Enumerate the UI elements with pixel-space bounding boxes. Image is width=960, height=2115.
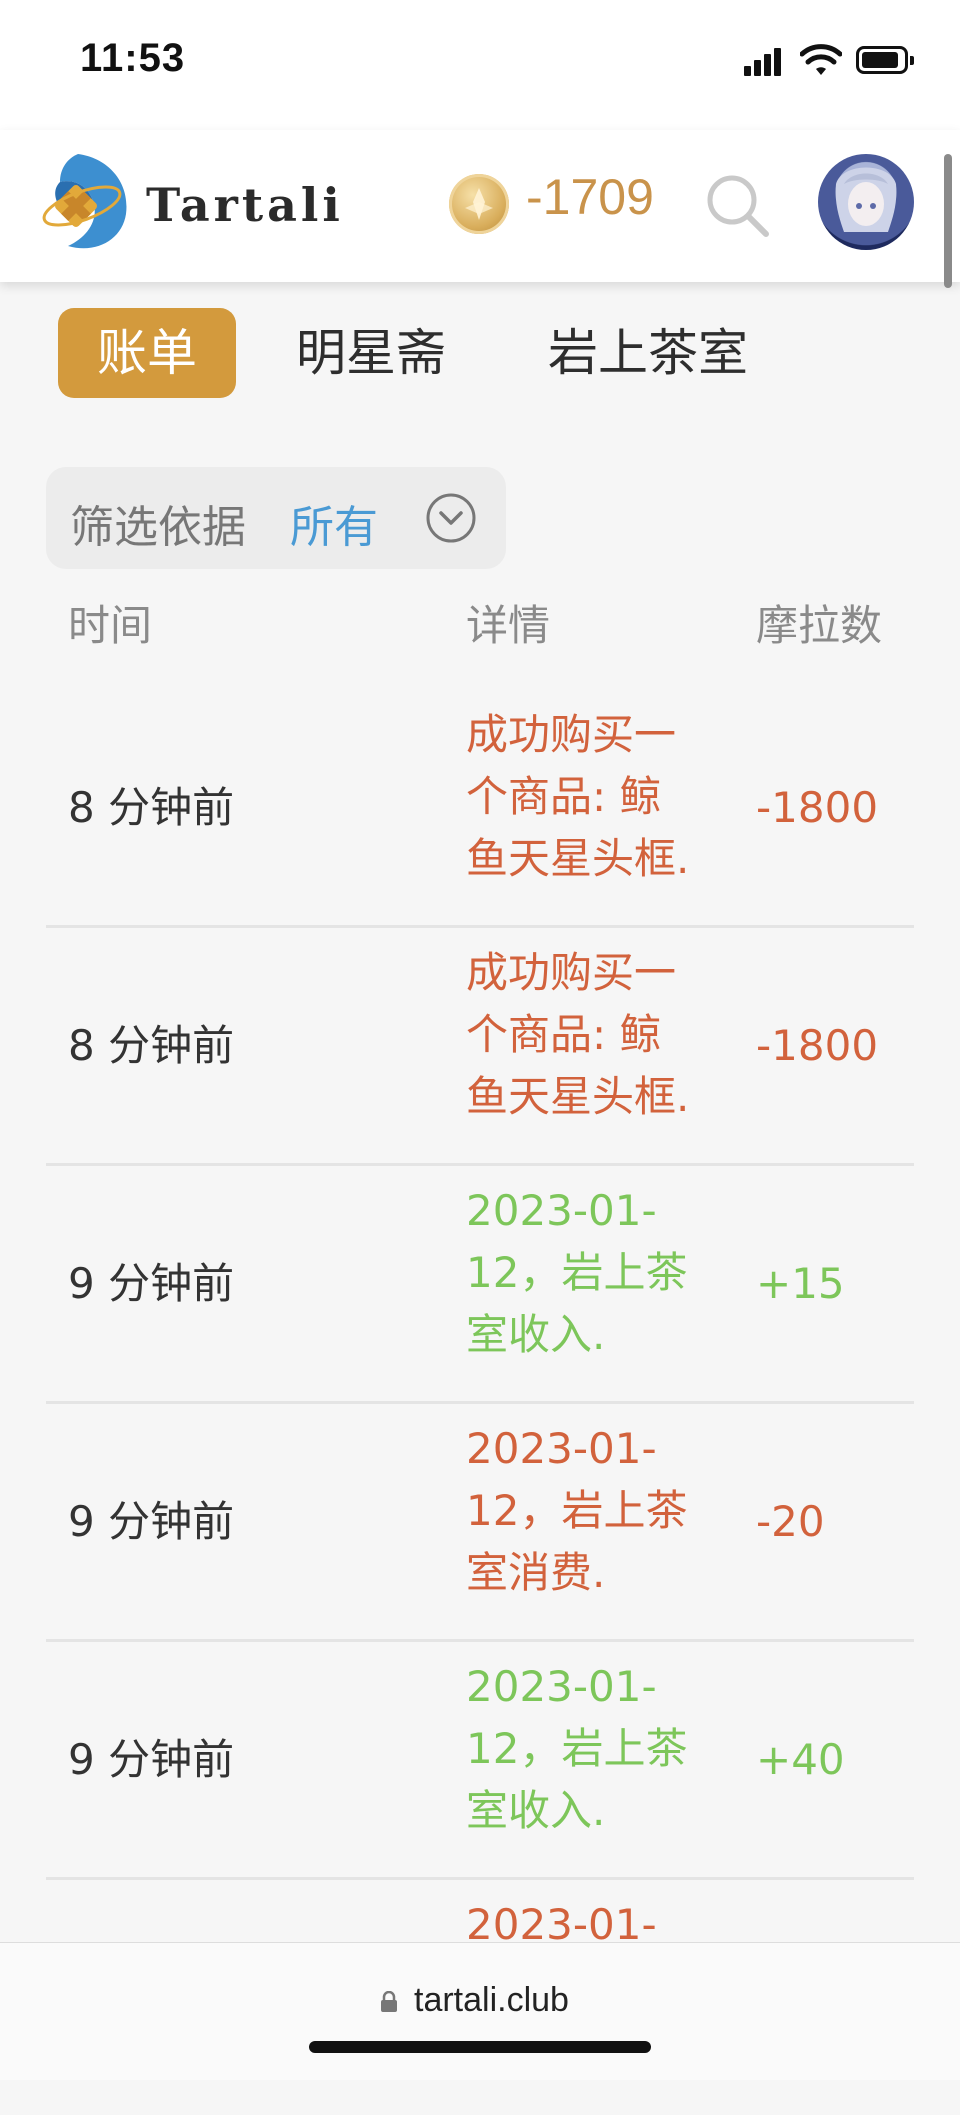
row-amount: +15	[756, 1259, 845, 1308]
row-detail: 2023-01- 12，岩上茶 室收入.	[466, 1662, 688, 1835]
table-row: 9 分钟前 2023-01- 12，岩上茶 室收入. +40	[46, 1642, 914, 1880]
row-time: 9 分钟前	[68, 1735, 235, 1784]
row-amount: +40	[756, 1735, 845, 1784]
wifi-icon	[800, 44, 842, 75]
column-header-detail: 详情	[466, 601, 551, 650]
table-row: 9 分钟前 2023-01- 12，岩上茶 室收入. +15	[46, 1166, 914, 1404]
column-header-time: 时间	[68, 601, 153, 650]
column-header-mora: 摩拉数	[756, 601, 883, 650]
chevron-down-icon[interactable]	[425, 492, 477, 544]
home-indicator[interactable]	[309, 2041, 651, 2053]
lock-icon	[381, 1991, 397, 2012]
table-row: 8 分钟前 成功购买一 个商品: 鲸 鱼天星头框. -1800	[46, 690, 914, 928]
filter-dropdown[interactable]: 筛选依据 所有	[46, 467, 506, 569]
brand-name[interactable]: Tartali	[146, 178, 344, 232]
url-text[interactable]: tartali.club	[414, 1981, 569, 2020]
cellular-signal-icon	[744, 48, 784, 76]
tab-bill[interactable]: 账单	[58, 308, 236, 398]
table-row: 9 分钟前 2023-01- 12，岩上茶 室消费. -20	[46, 1404, 914, 1642]
scrollbar-thumb[interactable]	[944, 154, 952, 288]
filter-value[interactable]: 所有	[290, 491, 378, 555]
row-detail: 成功购买一 个商品: 鲸 鱼天星头框.	[466, 948, 690, 1121]
filter-label: 筛选依据	[70, 502, 246, 553]
row-amount: -1800	[756, 1021, 879, 1070]
browser-url-bar[interactable]: tartali.club	[0, 1942, 960, 2080]
tab-tea-house[interactable]: 岩上茶室	[548, 308, 748, 398]
logo-icon[interactable]	[38, 148, 134, 258]
table-row: 8 分钟前 成功购买一 个商品: 鲸 鱼天星头框. -1800	[46, 928, 914, 1166]
row-amount: -20	[756, 1497, 825, 1546]
search-icon[interactable]	[702, 170, 772, 240]
transaction-list: 8 分钟前 成功购买一 个商品: 鲸 鱼天星头框. -1800 8 分钟前 成功…	[46, 690, 914, 2115]
status-bar: 11:53	[0, 0, 960, 130]
row-time: 9 分钟前	[68, 1259, 235, 1308]
coin-balance: -1709	[526, 169, 654, 225]
row-detail: 2023-01- 12，岩上茶 室消费.	[466, 1424, 688, 1597]
row-amount: -1800	[756, 783, 879, 832]
status-time: 11:53	[80, 36, 186, 80]
row-time: 8 分钟前	[68, 783, 235, 832]
mora-coin-icon	[449, 174, 509, 234]
site-header: Tartali -1709	[0, 130, 960, 282]
tab-star-shop[interactable]: 明星斋	[296, 308, 446, 398]
row-detail: 2023-01- 12，岩上茶 室收入.	[466, 1186, 688, 1359]
row-detail: 成功购买一 个商品: 鲸 鱼天星头框.	[466, 710, 690, 883]
row-time: 9 分钟前	[68, 1497, 235, 1546]
user-avatar[interactable]	[818, 154, 914, 250]
battery-icon	[856, 46, 914, 74]
row-time: 8 分钟前	[68, 1021, 235, 1070]
